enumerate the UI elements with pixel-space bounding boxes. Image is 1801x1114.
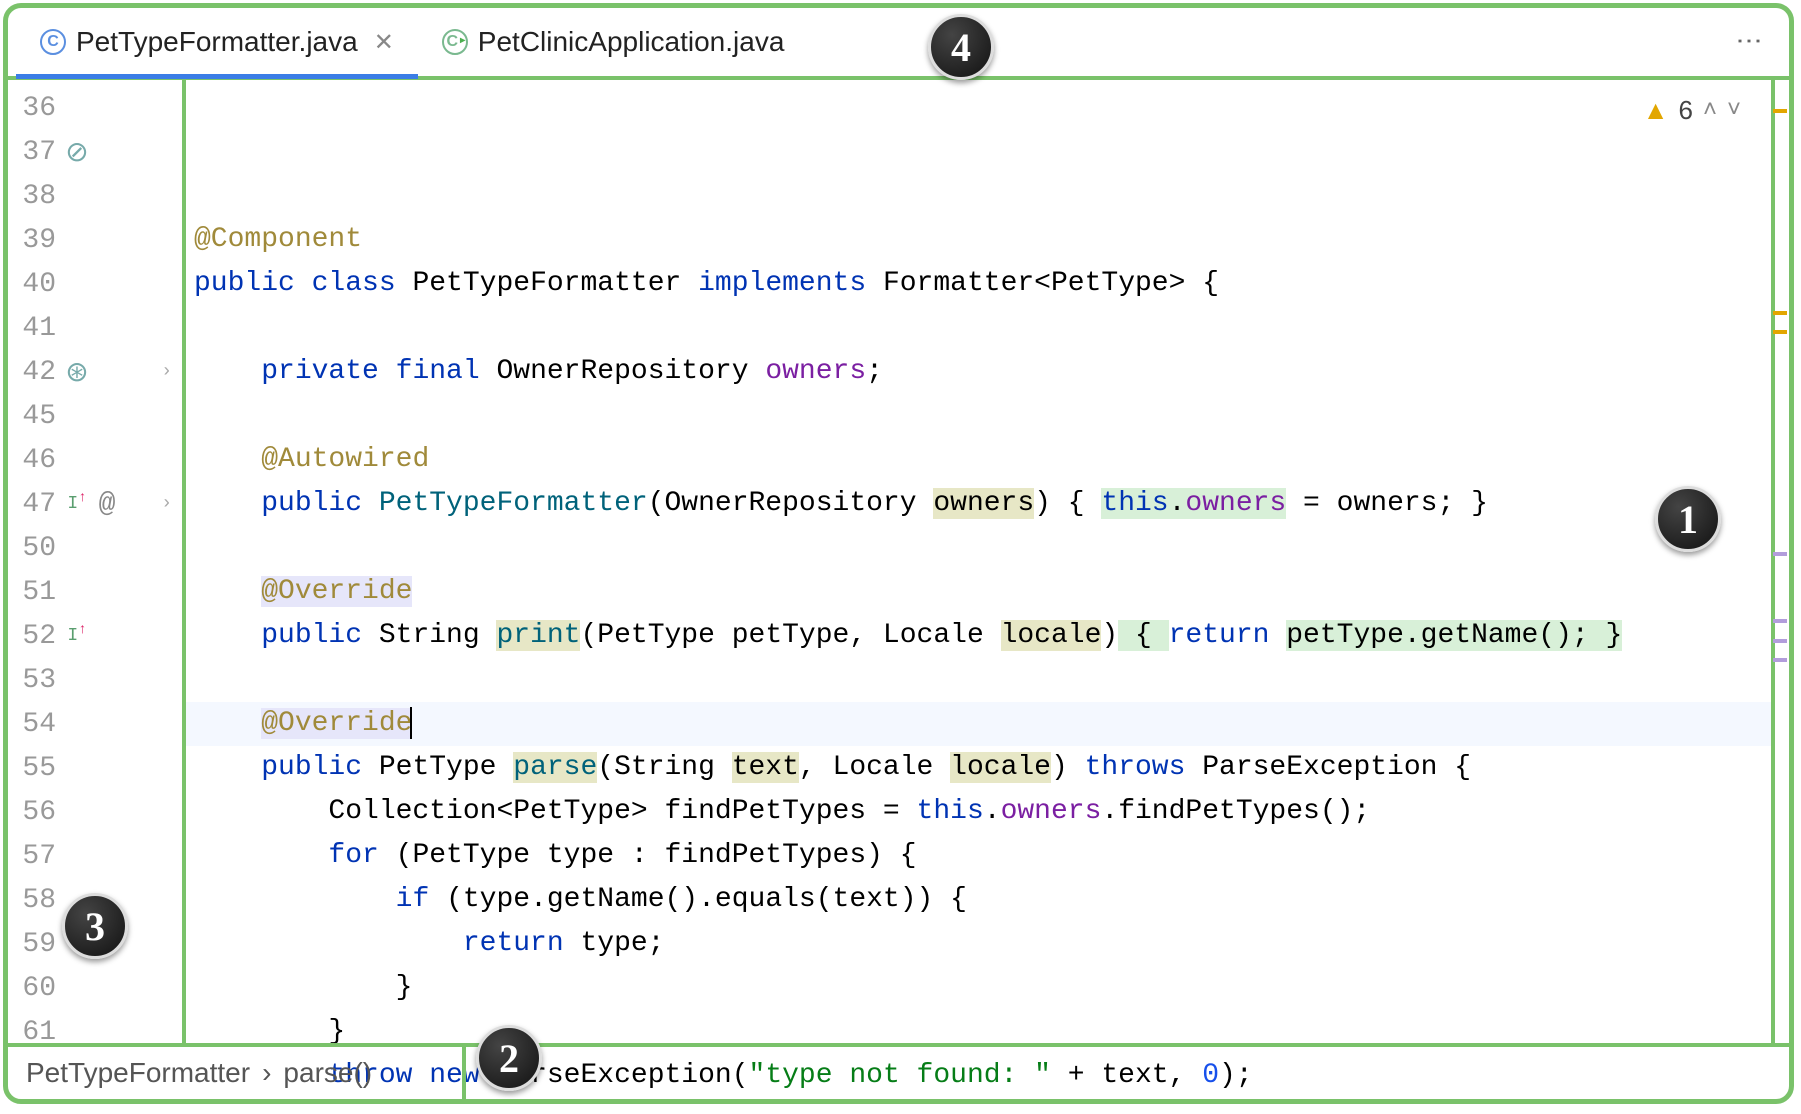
tab-pet-type-formatter[interactable]: C PetTypeFormatter.java ✕ — [16, 8, 418, 76]
code-line[interactable]: public PetTypeFormatter(OwnerRepository … — [186, 482, 1789, 526]
close-icon[interactable]: ✕ — [374, 28, 394, 57]
callout-3: 3 — [62, 893, 128, 959]
breadcrumbs-bar: PetTypeFormatter › parse() — [8, 1043, 1789, 1099]
code-line[interactable]: for (PetType type : findPetTypes) { — [186, 834, 1789, 878]
related-annotation-icon[interactable]: @ — [94, 491, 120, 517]
fold-icon[interactable]: › — [161, 494, 172, 514]
line-number: 51 — [8, 577, 56, 608]
implements-icon[interactable]: I↑ — [64, 623, 90, 649]
line-number: 39 — [8, 225, 56, 256]
tab-label: PetClinicApplication.java — [478, 26, 785, 58]
gutter-row[interactable]: 38 — [8, 174, 182, 218]
gutter-row[interactable]: 54 — [8, 702, 182, 746]
line-number: 37 — [8, 137, 56, 168]
line-number: 38 — [8, 181, 56, 212]
code-line[interactable]: public class PetTypeFormatter implements… — [186, 262, 1789, 306]
code-line[interactable]: @Autowired — [186, 438, 1789, 482]
code-line[interactable]: @Component — [186, 218, 1789, 262]
fold-icon[interactable]: › — [161, 362, 172, 382]
more-tabs-icon[interactable]: ⋮ — [1733, 28, 1763, 56]
gutter-row[interactable]: 51 — [8, 570, 182, 614]
line-number: 41 — [8, 313, 56, 344]
text-cursor — [410, 707, 412, 739]
editor-tabs-bar: C PetTypeFormatter.java ✕ C▸ PetClinicAp… — [8, 8, 1789, 80]
gutter-row[interactable]: 50 — [8, 526, 182, 570]
line-number: 54 — [8, 709, 56, 740]
line-number: 57 — [8, 841, 56, 872]
gutter-row[interactable]: 39 — [8, 218, 182, 262]
breadcrumb-class[interactable]: PetTypeFormatter — [26, 1057, 250, 1089]
stripe-marker[interactable] — [1773, 311, 1787, 315]
callout-4: 4 — [928, 14, 994, 80]
gutter-row[interactable]: 55 — [8, 746, 182, 790]
line-number: 55 — [8, 753, 56, 784]
code-line[interactable]: @Override — [186, 570, 1789, 614]
tab-pet-clinic-application[interactable]: C▸ PetClinicApplication.java — [418, 8, 809, 76]
gutter-row[interactable]: 36 — [8, 86, 182, 130]
stripe-marker[interactable] — [1773, 619, 1787, 623]
code-line[interactable] — [186, 394, 1789, 438]
code-line[interactable] — [186, 658, 1789, 702]
stripe-marker[interactable] — [1773, 109, 1787, 113]
implements-icon[interactable]: I↑ — [64, 491, 90, 517]
code-line[interactable]: private final OwnerRepository owners; — [186, 350, 1789, 394]
tab-label: PetTypeFormatter.java — [76, 26, 358, 58]
no-usages-icon[interactable]: ⊘ — [64, 139, 90, 165]
line-number: 59 — [8, 929, 56, 960]
callout-1: 1 — [1655, 486, 1721, 552]
gutter-row[interactable]: 56 — [8, 790, 182, 834]
gutter-row[interactable]: 60 — [8, 966, 182, 1010]
code-line[interactable]: public PetType parse(String text, Locale… — [186, 746, 1789, 790]
stripe-marker[interactable] — [1773, 552, 1787, 556]
gutter-row[interactable]: 40 — [8, 262, 182, 306]
gutter-row[interactable]: 57 — [8, 834, 182, 878]
line-number: 45 — [8, 401, 56, 432]
gutter-row[interactable]: 37 ⊘ — [8, 130, 182, 174]
line-number: 52 — [8, 621, 56, 652]
callout-2: 2 — [476, 1025, 542, 1091]
class-icon: C — [40, 29, 66, 55]
breadcrumb-method[interactable]: parse() — [283, 1057, 372, 1089]
line-number: 58 — [8, 885, 56, 916]
line-number: 42 — [8, 357, 56, 388]
editor-area: 3637⊘3839404142⊛›454647I↑@›505152I↑53545… — [8, 80, 1789, 1043]
code-line[interactable]: public String print(PetType petType, Loc… — [186, 614, 1789, 658]
class-run-icon: C▸ — [442, 29, 468, 55]
code-line[interactable] — [186, 526, 1789, 570]
code-line[interactable]: if (type.getName().equals(text)) { — [186, 878, 1789, 922]
spring-bean-icon[interactable]: ⊛ — [64, 359, 90, 385]
code-line[interactable]: return type; — [186, 922, 1789, 966]
line-number: 50 — [8, 533, 56, 564]
code-line[interactable] — [186, 306, 1789, 350]
line-number: 56 — [8, 797, 56, 828]
code-line[interactable]: } — [186, 966, 1789, 1010]
gutter-row[interactable]: 52 I↑ — [8, 614, 182, 658]
code-line[interactable]: Collection<PetType> findPetTypes = this.… — [186, 790, 1789, 834]
warning-icon: ▲ — [1643, 88, 1669, 132]
code-line[interactable]: @Override — [186, 702, 1789, 746]
gutter-row[interactable]: 47 I↑@ › — [8, 482, 182, 526]
gutter-row[interactable]: 45 — [8, 394, 182, 438]
stripe-marker[interactable] — [1773, 330, 1787, 334]
gutter-row[interactable]: 53 — [8, 658, 182, 702]
inspections-widget[interactable]: ▲ 6 ˄ ˅ — [1643, 88, 1741, 132]
line-number: 53 — [8, 665, 56, 696]
stripe-marker[interactable] — [1773, 639, 1787, 643]
line-number: 46 — [8, 445, 56, 476]
warning-count: 6 — [1679, 88, 1693, 132]
gutter-row[interactable]: 41 — [8, 306, 182, 350]
line-number: 36 — [8, 93, 56, 124]
line-number: 47 — [8, 489, 56, 520]
stripe-marker[interactable] — [1773, 658, 1787, 662]
line-number: 40 — [8, 269, 56, 300]
chevron-right-icon: › — [262, 1057, 271, 1089]
code-editor[interactable]: ▲ 6 ˄ ˅ @Componentpublic class PetTypeFo… — [186, 80, 1789, 1043]
gutter-row[interactable]: 42 ⊛ › — [8, 350, 182, 394]
prev-highlight-icon[interactable]: ˄ — [1703, 88, 1717, 132]
line-number: 60 — [8, 973, 56, 1004]
gutter-row[interactable]: 46 — [8, 438, 182, 482]
next-highlight-icon[interactable]: ˅ — [1727, 88, 1741, 132]
error-stripe[interactable] — [1771, 80, 1789, 1043]
